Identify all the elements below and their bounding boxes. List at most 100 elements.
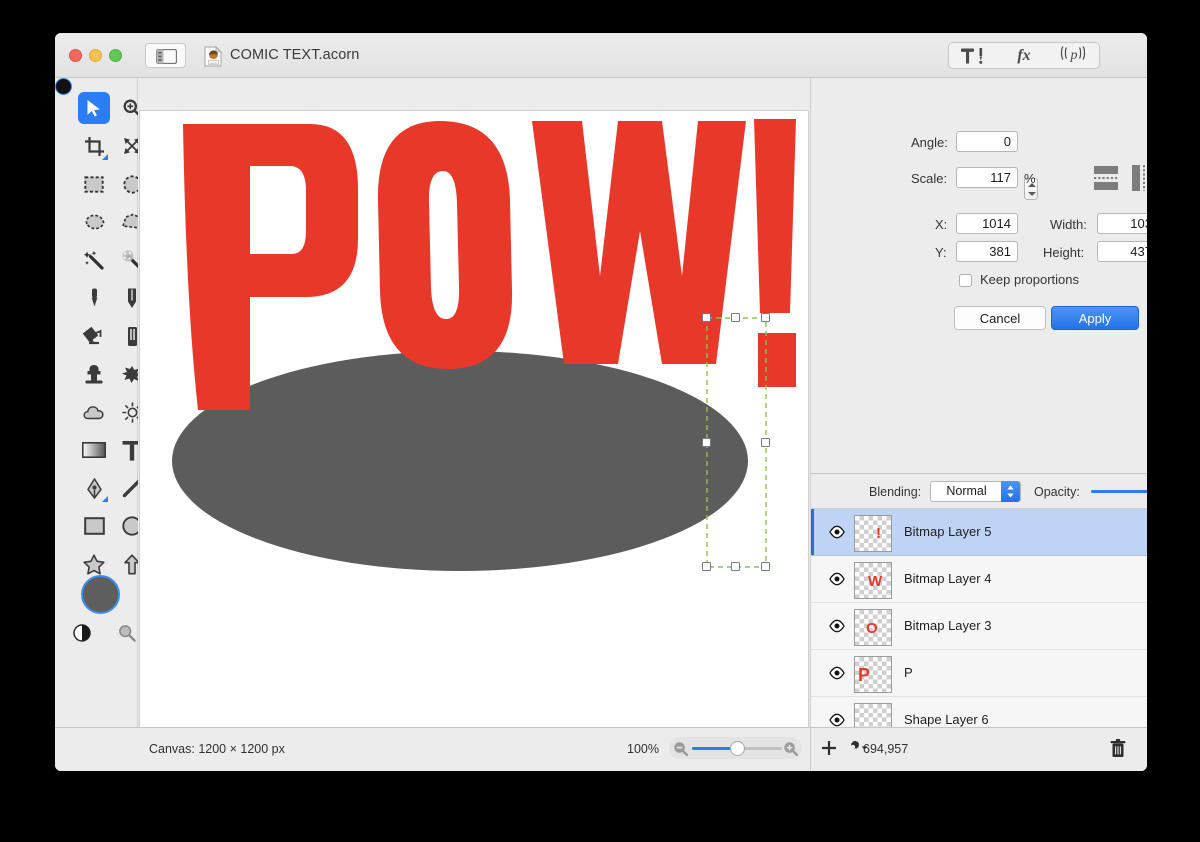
eye-icon[interactable] [829, 666, 845, 680]
layer-name: Bitmap Layer 3 [904, 618, 992, 633]
scale-field[interactable]: 117 [956, 167, 1018, 188]
magic-wand-icon [84, 251, 104, 270]
filters-button[interactable]: fx [999, 43, 1049, 68]
rectangle-shape-tool[interactable] [78, 510, 110, 542]
zoom-out-icon[interactable] [673, 741, 688, 756]
canvas-size-label: Canvas: 1200 × 1200 px [149, 742, 285, 756]
layer-thumbnail-glyph: O [866, 620, 878, 637]
clone-stamp-icon [85, 364, 103, 383]
blending-label: Blending: [869, 485, 922, 499]
zoom-slider[interactable] [669, 737, 802, 759]
layer-thumbnail-glyph: P [858, 665, 871, 685]
selection-handle-top-right[interactable] [761, 313, 770, 322]
color-picker-zoom-button[interactable] [118, 624, 136, 642]
scale-unit: % [1024, 171, 1036, 186]
keep-proportions-label: Keep proportions [980, 272, 1080, 287]
layer-name: Bitmap Layer 4 [904, 571, 992, 586]
flip-horizontal-button[interactable] [1092, 163, 1120, 193]
gradient-icon [82, 442, 106, 458]
layer-thumbnail: P [854, 656, 892, 693]
layer-name: Shape Layer 6 [904, 712, 989, 727]
document-title: COMIC TEXT.acorn [230, 47, 360, 63]
flip-vertical-button[interactable] [1130, 163, 1147, 193]
titlebar: Acorn COMIC TEXT.acorn fx p [55, 33, 1147, 78]
crop-icon [84, 136, 104, 156]
layer-row-p[interactable]: P P [811, 650, 1147, 697]
foreground-color-swatch[interactable] [81, 575, 120, 614]
cloud-blur-icon [82, 406, 104, 420]
paint-bucket-tool[interactable] [78, 320, 110, 352]
width-field[interactable]: 103 [1097, 213, 1147, 234]
eye-icon[interactable] [829, 572, 845, 586]
opacity-slider-fill [1091, 490, 1147, 493]
cancel-button[interactable]: Cancel [954, 306, 1046, 330]
layer-thumbnail-glyph: W [868, 573, 883, 590]
pen-nib-icon [86, 477, 102, 499]
blending-mode-select[interactable]: Normal [930, 481, 1021, 502]
eye-icon[interactable] [829, 525, 845, 539]
apply-button[interactable]: Apply [1051, 306, 1139, 330]
angle-label: Angle: [911, 135, 948, 150]
selection-handle-bottom-left[interactable] [702, 562, 711, 571]
tool-palette [55, 78, 146, 727]
tool-options-indicator [102, 154, 108, 160]
palettes-button[interactable]: p [1049, 43, 1099, 68]
layer-thumbnail: O [854, 609, 892, 646]
default-color-button[interactable] [55, 78, 72, 95]
layer-name: P [904, 665, 913, 680]
lasso-tool[interactable] [78, 206, 110, 238]
eraser-icon [127, 326, 137, 346]
selection-handle-bottom-center[interactable] [731, 562, 740, 571]
selection-handle-middle-right[interactable] [761, 438, 770, 447]
y-label: Y: [935, 245, 947, 260]
clone-stamp-tool[interactable] [78, 358, 110, 390]
zoom-button[interactable] [109, 49, 122, 62]
eye-icon[interactable] [829, 713, 845, 727]
close-button[interactable] [69, 49, 82, 62]
selection-handle-middle-left[interactable] [702, 438, 711, 447]
layer-byte-count: 694,957 [863, 742, 909, 756]
rectangle-select-tool[interactable] [78, 168, 110, 200]
zoom-in-icon[interactable] [783, 741, 798, 756]
image-canvas[interactable] [139, 110, 809, 730]
blur-tool[interactable] [78, 396, 110, 428]
swap-colors-button[interactable] [73, 624, 91, 642]
bezier-tool[interactable] [78, 472, 110, 504]
sidebar-toggle-button[interactable] [145, 43, 186, 68]
minimize-button[interactable] [89, 49, 102, 62]
move-tool[interactable] [78, 92, 110, 124]
x-field[interactable]: 1014 [956, 213, 1018, 234]
flip-horizontal-icon [1094, 166, 1118, 190]
y-field[interactable]: 381 [956, 241, 1018, 262]
acorn-window: Acorn COMIC TEXT.acorn fx p Angle: 0 Sca… [55, 33, 1147, 771]
blending-mode-value: Normal [946, 484, 987, 498]
rectangle-icon [83, 517, 105, 535]
eye-icon[interactable] [829, 619, 845, 633]
chevron-down-icon [1028, 192, 1036, 196]
magic-wand-tool[interactable] [78, 244, 110, 276]
layer-row-bitmap-layer-5[interactable]: ! Bitmap Layer 5 [811, 509, 1147, 556]
keep-proportions-checkbox[interactable] [959, 274, 972, 287]
crop-tool[interactable] [78, 130, 110, 162]
zoom-percent-label: 100% [627, 742, 659, 756]
add-layer-button[interactable] [821, 740, 837, 756]
layer-row-bitmap-layer-3[interactable]: O Bitmap Layer 3 [811, 603, 1147, 650]
brush-tool[interactable] [78, 282, 110, 314]
flip-vertical-icon [1132, 165, 1145, 191]
tools-palette-button[interactable] [949, 43, 999, 68]
layer-row-shape-layer-6[interactable]: Shape Layer 6 [811, 697, 1147, 727]
selection-handle-bottom-right[interactable] [761, 562, 770, 571]
delete-layer-button[interactable] [1110, 739, 1126, 758]
opacity-slider-track[interactable] [1091, 490, 1147, 493]
zoom-slider-knob[interactable] [730, 741, 745, 756]
star-icon [83, 553, 105, 575]
paint-bucket-icon [83, 326, 102, 344]
angle-field[interactable]: 0 [956, 131, 1018, 152]
canvas-area [138, 78, 810, 730]
layer-row-bitmap-layer-4[interactable]: W Bitmap Layer 4 [811, 556, 1147, 603]
height-field[interactable]: 437 [1097, 241, 1147, 262]
selection-handle-top-center[interactable] [731, 313, 740, 322]
statusbar-divider [810, 728, 811, 771]
selection-handle-top-left[interactable] [702, 313, 711, 322]
gradient-tool[interactable] [78, 434, 110, 466]
